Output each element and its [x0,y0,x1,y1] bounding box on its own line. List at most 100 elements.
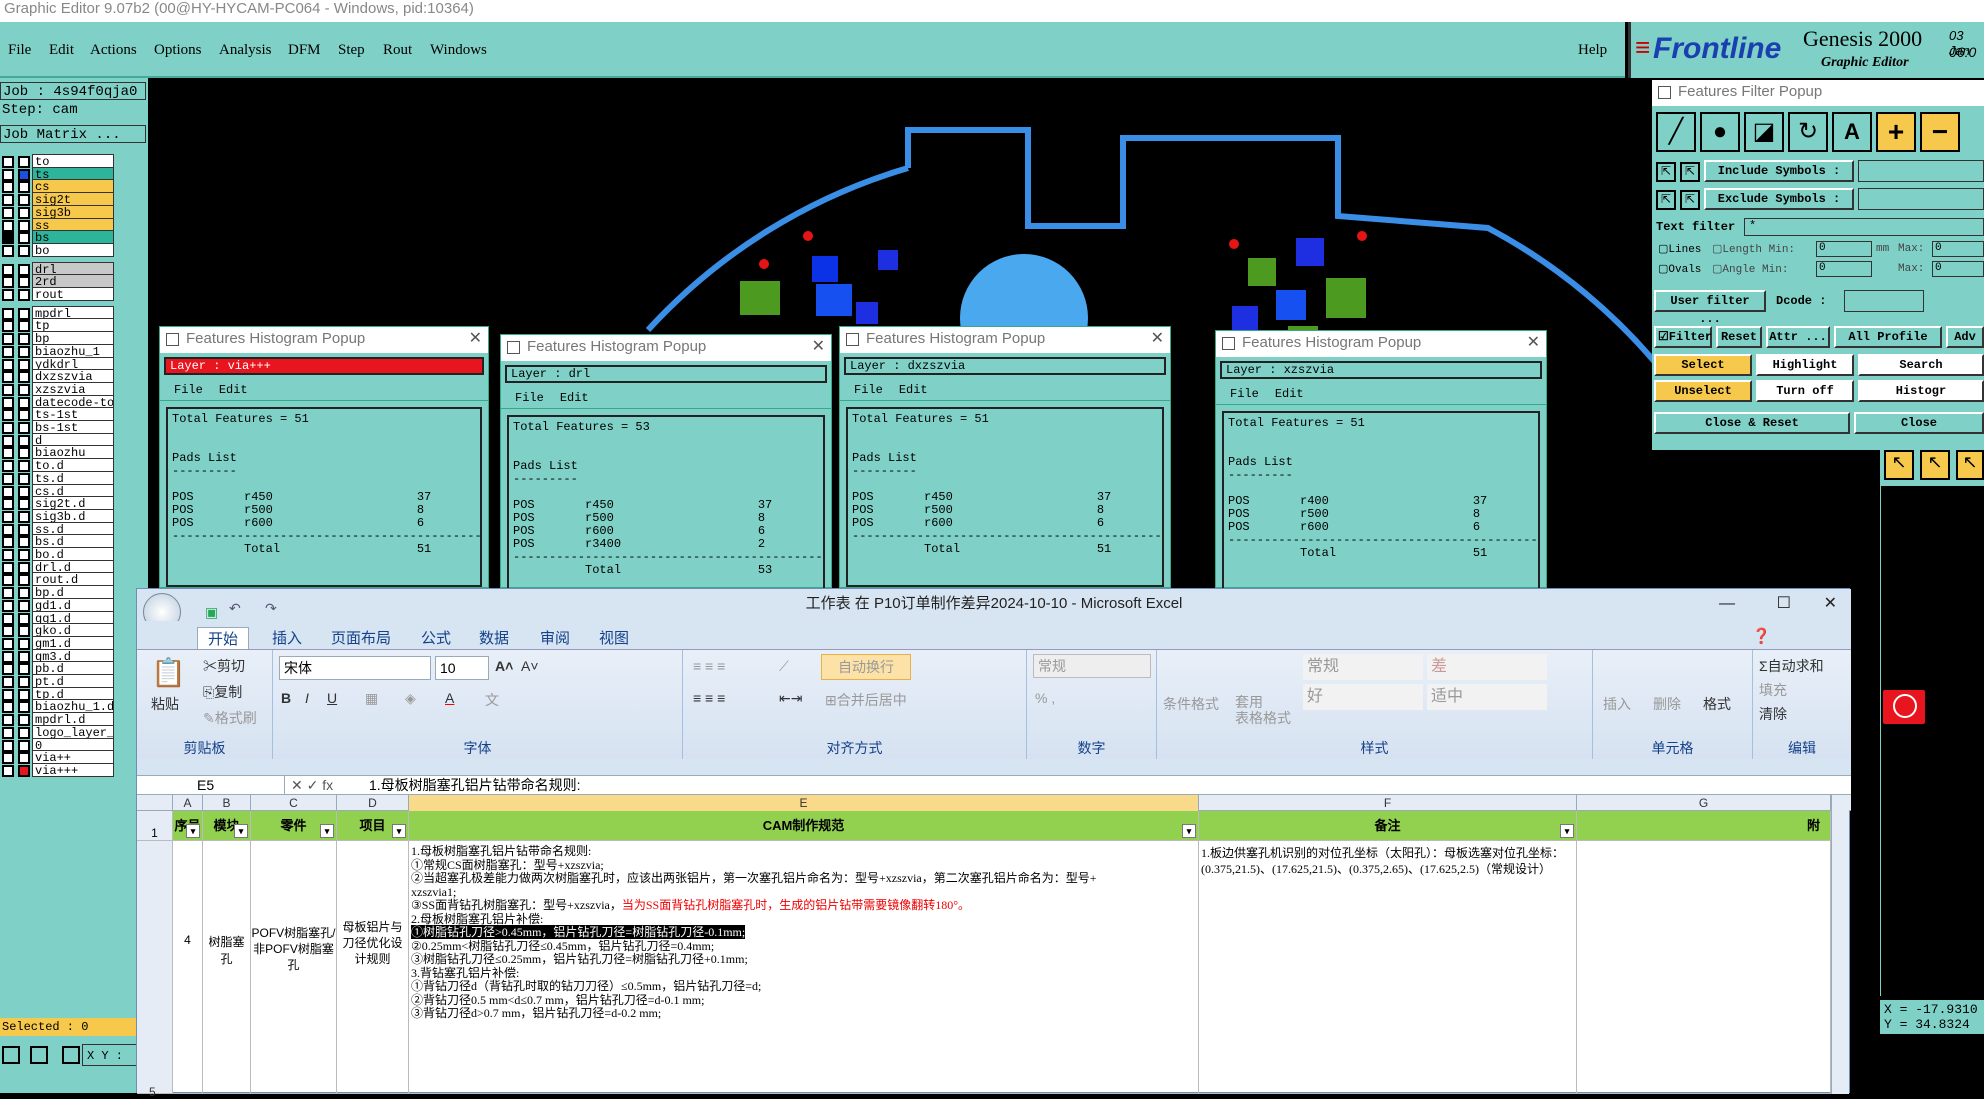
layer-affected-checkbox[interactable] [2,764,14,777]
layer-affected-checkbox[interactable] [2,422,14,434]
layer-affected-checkbox[interactable] [2,752,14,765]
help-icon[interactable]: ❓ [1752,627,1771,645]
layer-display-checkbox[interactable] [18,663,30,676]
filter-dropdown-icon[interactable]: ▾ [320,824,334,838]
filter-dropdown-icon[interactable]: ▾ [1182,824,1196,838]
column-header-f[interactable]: F [1199,795,1577,811]
delete-cells-button[interactable]: 删除 [1653,694,1681,714]
layer-affected-checkbox[interactable] [2,307,14,320]
angle-checkbox[interactable]: ▢Angle Min: [1712,262,1788,276]
layer-affected-checkbox[interactable] [2,688,14,701]
close-icon[interactable]: ✕ [469,327,482,351]
layer-affected-checkbox[interactable] [2,232,14,245]
layer-display-checkbox[interactable] [18,345,30,358]
layer-affected-checkbox[interactable] [2,701,14,714]
layer-affected-checkbox[interactable] [2,181,14,194]
layer-affected-checkbox[interactable] [2,396,14,409]
layer-display-checkbox[interactable] [18,156,30,168]
format-painter-button[interactable]: ✎格式刷 [203,708,257,728]
conditional-format-button[interactable]: 条件格式 [1163,694,1219,714]
maximize-icon[interactable]: ☐ [1777,589,1791,619]
layer-affected-checkbox[interactable] [2,409,14,422]
all-profile-dropdown[interactable]: All Profile [1834,326,1942,348]
cut-button[interactable]: ✂剪切 [203,656,245,676]
insert-cells-button[interactable]: 插入 [1603,694,1631,714]
layer-display-checkbox[interactable] [18,472,30,485]
attr-button[interactable]: Attr ... [1766,326,1830,348]
layer-affected-checkbox[interactable] [2,168,14,181]
layer-display-checkbox[interactable] [18,371,30,384]
filter-dropdown-icon[interactable]: ▾ [234,824,248,838]
menu-help[interactable]: Help [1578,42,1607,59]
font-name-select[interactable]: 宋体 [279,656,431,680]
layer-item[interactable]: bo [32,242,114,257]
tab-home[interactable]: 开始 [197,627,250,649]
layer-affected-checkbox[interactable] [2,383,14,396]
pick-icon[interactable]: ⇱ [1656,162,1676,182]
vertical-scrollbar[interactable] [1831,795,1849,1094]
fill-color-icon[interactable]: ◈ [405,690,416,707]
layer-display-checkbox[interactable] [18,409,30,422]
filter-dropdown-icon[interactable]: ▾ [392,824,406,838]
menu-edit[interactable]: Edit [49,42,74,59]
close-icon[interactable]: ✕ [1151,327,1164,351]
name-box[interactable]: E5 [137,776,285,794]
pick-icon[interactable]: ⇱ [1680,190,1700,210]
orientation-icon[interactable]: ⟋ [779,658,789,675]
header-cell-seq[interactable]: 序号▾ [173,811,203,841]
layer-display-checkbox[interactable] [18,510,30,523]
filter-dropdown-icon[interactable]: ▾ [186,824,200,838]
layer-affected-checkbox[interactable] [2,637,14,650]
cell-d4[interactable]: 母板铝片与刀径优化设计规则 [337,841,409,1094]
menu-options[interactable]: Options [154,42,202,59]
popup-menu-edit[interactable]: Edit [219,383,248,397]
close-icon[interactable]: ✕ [812,335,825,359]
format-cells-button[interactable]: 格式 [1703,694,1731,714]
menu-rout[interactable]: Rout [383,42,412,59]
column-header-d[interactable]: D [337,795,409,811]
popup-menu-edit[interactable]: Edit [1275,387,1304,401]
layer-display-checkbox[interactable] [18,320,30,333]
cell-a4[interactable]: 4 [173,841,203,1094]
ruler-icon[interactable] [30,1046,48,1064]
underline-icon[interactable]: U [327,690,337,706]
header-cell-spec[interactable]: CAM制作规范 ▾ [409,811,1199,841]
layer-display-checkbox[interactable] [18,574,30,587]
pointer-select-icon[interactable]: ↖ [1920,450,1950,480]
font-color-icon[interactable]: A [445,690,454,706]
pointer-icon[interactable]: ↖ [1884,450,1914,480]
layer-display-checkbox[interactable] [18,764,30,777]
border-icon[interactable]: ▦ [365,690,378,707]
job-matrix-button[interactable]: Job Matrix ... [0,125,146,143]
length-checkbox[interactable]: ▢Length Min: [1712,242,1795,256]
layer-affected-checkbox[interactable] [2,263,14,276]
histogram-button[interactable]: Histogr [1858,380,1984,402]
ovals-checkbox[interactable]: ▢Ovals [1658,262,1708,280]
layer-affected-checkbox[interactable] [2,599,14,612]
layer-affected-checkbox[interactable] [2,156,14,168]
column-header-b[interactable]: B [203,795,251,811]
cell-b4[interactable]: 树脂塞孔 [203,841,251,1094]
layer-display-checkbox[interactable] [18,714,30,727]
popup-menu-edit[interactable]: Edit [899,383,928,397]
paste-button[interactable]: 粘贴 [151,694,179,714]
layer-display-checkbox[interactable] [18,434,30,447]
angle-min-input[interactable]: 0 [1816,261,1872,277]
style-bad[interactable]: 差 [1427,654,1547,680]
fill-button[interactable]: 填充 [1759,680,1787,700]
header-cell-remarks[interactable]: 备注 ▾ [1199,811,1577,841]
header-cell-module[interactable]: 模块 ▾ [203,811,251,841]
layer-affected-checkbox[interactable] [2,345,14,358]
negative-polarity-icon[interactable]: − [1920,112,1960,152]
close-button[interactable]: Close [1854,412,1984,434]
length-min-input[interactable]: 0 [1816,241,1872,257]
menu-windows[interactable]: Windows [430,42,487,59]
turn-off-button[interactable]: Turn off [1756,380,1854,402]
tab-review[interactable]: 审阅 [540,627,570,648]
column-header-a[interactable]: A [173,795,203,811]
layer-display-checkbox[interactable] [18,383,30,396]
layer-affected-checkbox[interactable] [2,447,14,460]
layer-display-checkbox[interactable] [18,232,30,245]
pick-icon[interactable]: ⇱ [1680,162,1700,182]
layer-display-checkbox[interactable] [18,498,30,511]
